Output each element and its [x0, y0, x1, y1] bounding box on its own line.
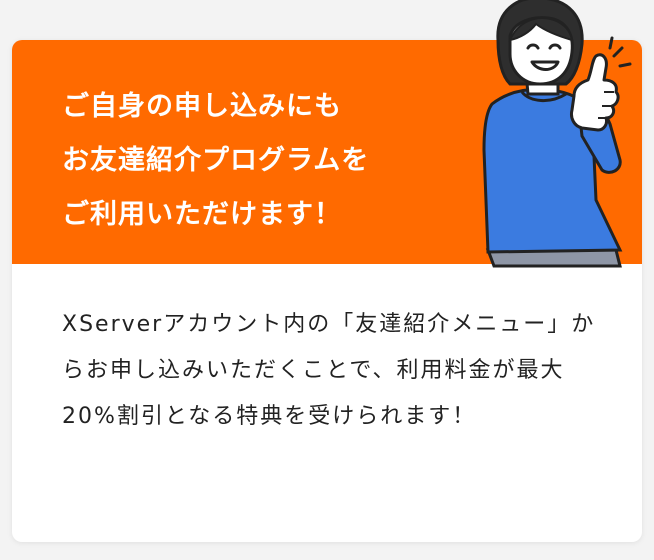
- headline-line: ご利用いただけます！: [62, 199, 342, 230]
- headline-line: ご自身の申し込みにも: [62, 91, 342, 122]
- promo-description: XServerアカウント内の「友達紹介メニュー」からお申し込みいただくことで、利…: [62, 312, 596, 429]
- headline-line: お友達紹介プログラムを: [62, 145, 370, 176]
- promo-headline: ご自身の申し込みにも お友達紹介プログラムを ご利用いただけます！: [62, 80, 472, 242]
- person-thumbs-up-icon: [482, 0, 632, 268]
